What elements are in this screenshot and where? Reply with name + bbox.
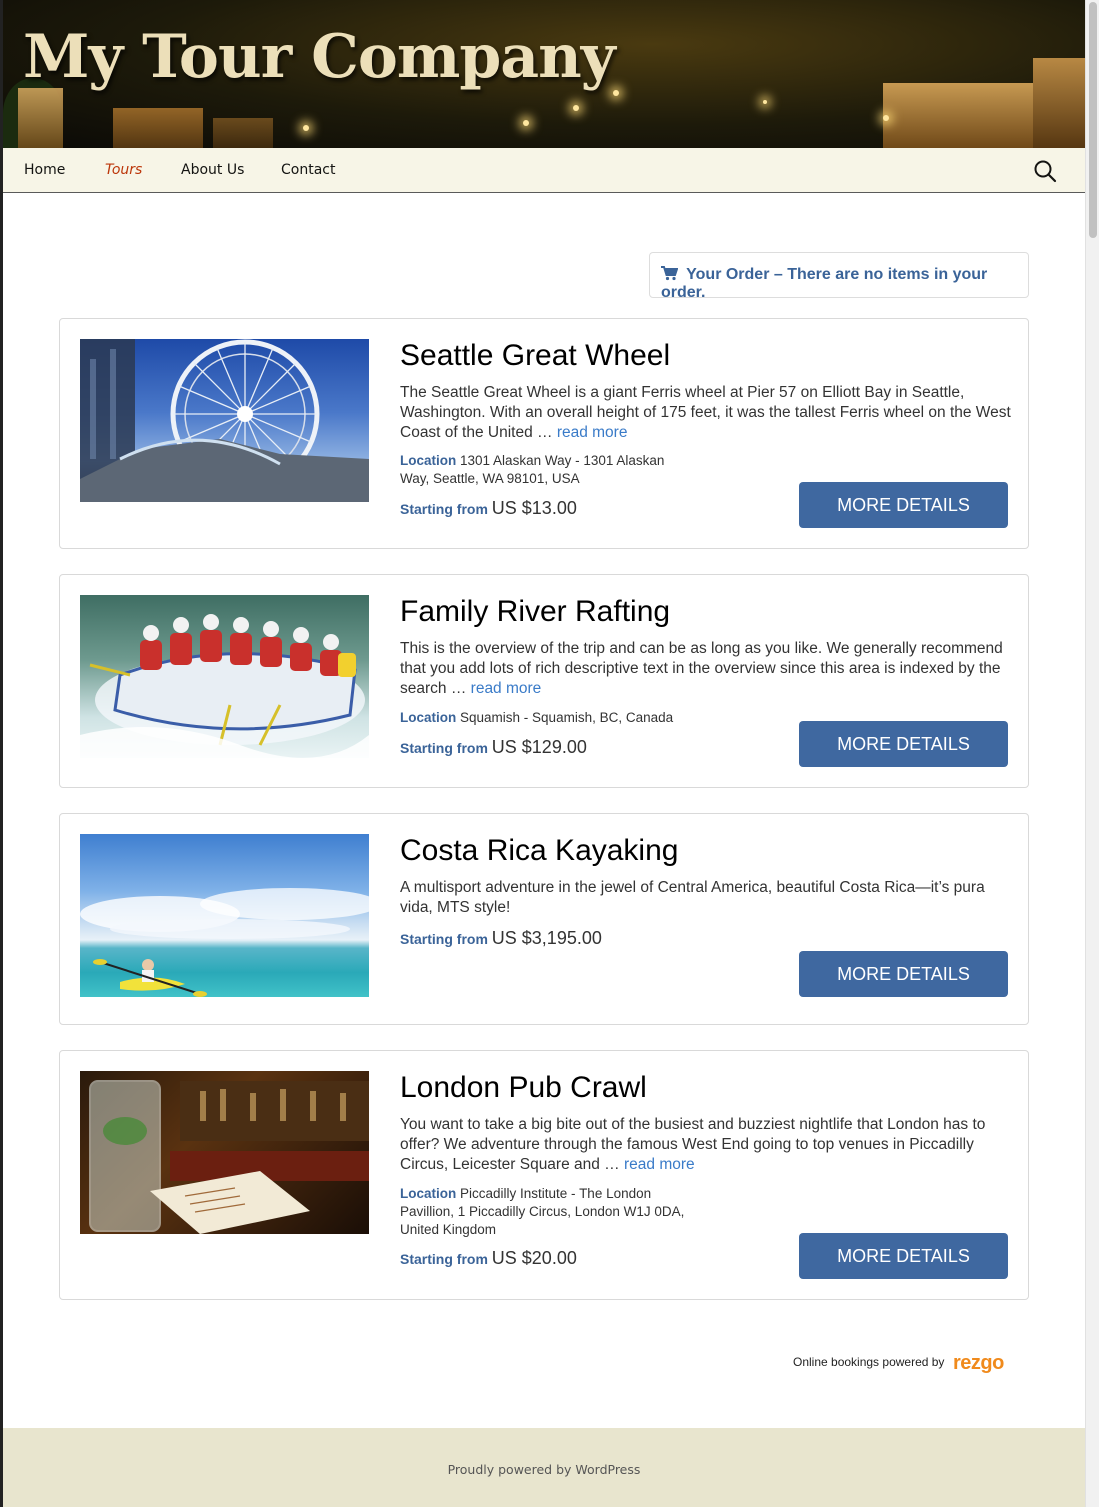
search-icon[interactable] (1033, 159, 1057, 183)
more-details-button[interactable]: MORE DETAILS (799, 721, 1008, 767)
cart-icon (661, 266, 679, 281)
site-header: My Tour Company (3, 0, 1085, 148)
tour-description: A multisport adventure in the jewel of C… (400, 879, 985, 916)
nav-contact[interactable]: Contact (281, 162, 335, 178)
scrollbar-thumb[interactable] (1089, 2, 1097, 238)
price-value: US $13.00 (491, 498, 577, 518)
tour-location: Location Squamish - Squamish, BC, Canada (400, 710, 674, 725)
nav-about-us[interactable]: About Us (181, 162, 244, 178)
starting-from-label: Starting from (400, 501, 488, 517)
page: My Tour Company Home Tours About Us Cont… (3, 0, 1085, 1507)
rezgo-logo[interactable]: rezgo (953, 1352, 1004, 1375)
nav-tours[interactable]: Tours (105, 162, 142, 178)
tour-description: The Seattle Great Wheel is a giant Ferri… (400, 384, 1011, 441)
tour-price: Starting from US $13.00 (400, 498, 577, 519)
tour-location: Location 1301 Alaskan Way - 1301 Alaskan… (400, 453, 665, 486)
tour-card: Seattle Great Wheel The Seattle Great Wh… (59, 318, 1029, 549)
powered-by-label: Online bookings powered by (793, 1355, 945, 1369)
read-more-link[interactable]: read more (624, 1156, 695, 1173)
more-details-button[interactable]: MORE DETAILS (799, 1233, 1008, 1279)
order-summary[interactable]: Your Order – There are no items in your … (649, 252, 1029, 301)
tour-image[interactable] (80, 1071, 369, 1234)
tour-price: Starting from US $129.00 (400, 737, 587, 758)
read-more-link[interactable]: read more (471, 680, 542, 697)
tour-title[interactable]: London Pub Crawl (400, 1071, 647, 1105)
tour-title[interactable]: Seattle Great Wheel (400, 339, 670, 373)
tour-card: London Pub Crawl You want to take a big … (59, 1050, 1029, 1300)
starting-from-label: Starting from (400, 931, 488, 947)
tour-title[interactable]: Family River Rafting (400, 595, 670, 629)
location-label: Location (400, 453, 457, 468)
location-label: Location (400, 710, 457, 725)
more-details-button[interactable]: MORE DETAILS (799, 482, 1008, 528)
tour-card: Family River Rafting This is the overvie… (59, 574, 1029, 788)
tour-title[interactable]: Costa Rica Kayaking (400, 834, 678, 868)
site-title[interactable]: My Tour Company (23, 22, 616, 92)
site-footer: Proudly powered by WordPress (3, 1428, 1085, 1507)
price-value: US $129.00 (491, 737, 587, 757)
price-value: US $20.00 (491, 1248, 577, 1268)
tour-description: You want to take a big bite out of the b… (400, 1116, 986, 1173)
starting-from-label: Starting from (400, 740, 488, 756)
price-value: US $3,195.00 (491, 928, 602, 948)
tour-price: Starting from US $20.00 (400, 1248, 577, 1269)
main-navigation: Home Tours About Us Contact (3, 148, 1085, 193)
tour-card: Costa Rica Kayaking A multisport adventu… (59, 813, 1029, 1025)
nav-home[interactable]: Home (24, 162, 65, 178)
tour-price: Starting from US $3,195.00 (400, 928, 602, 949)
location-label: Location (400, 1186, 457, 1201)
read-more-link[interactable]: read more (557, 424, 628, 441)
tour-image[interactable] (80, 834, 369, 997)
footer-credit[interactable]: Proudly powered by WordPress (3, 1462, 1085, 1477)
order-label: Your Order – There are no items in your … (661, 266, 988, 301)
tour-image[interactable] (80, 339, 369, 502)
tour-image[interactable] (80, 595, 369, 758)
starting-from-label: Starting from (400, 1251, 488, 1267)
tour-description: This is the overview of the trip and can… (400, 640, 1003, 697)
tour-location: Location Piccadilly Institute - The Lond… (400, 1186, 685, 1237)
more-details-button[interactable]: MORE DETAILS (799, 951, 1008, 997)
scrollbar[interactable] (1085, 0, 1099, 1507)
